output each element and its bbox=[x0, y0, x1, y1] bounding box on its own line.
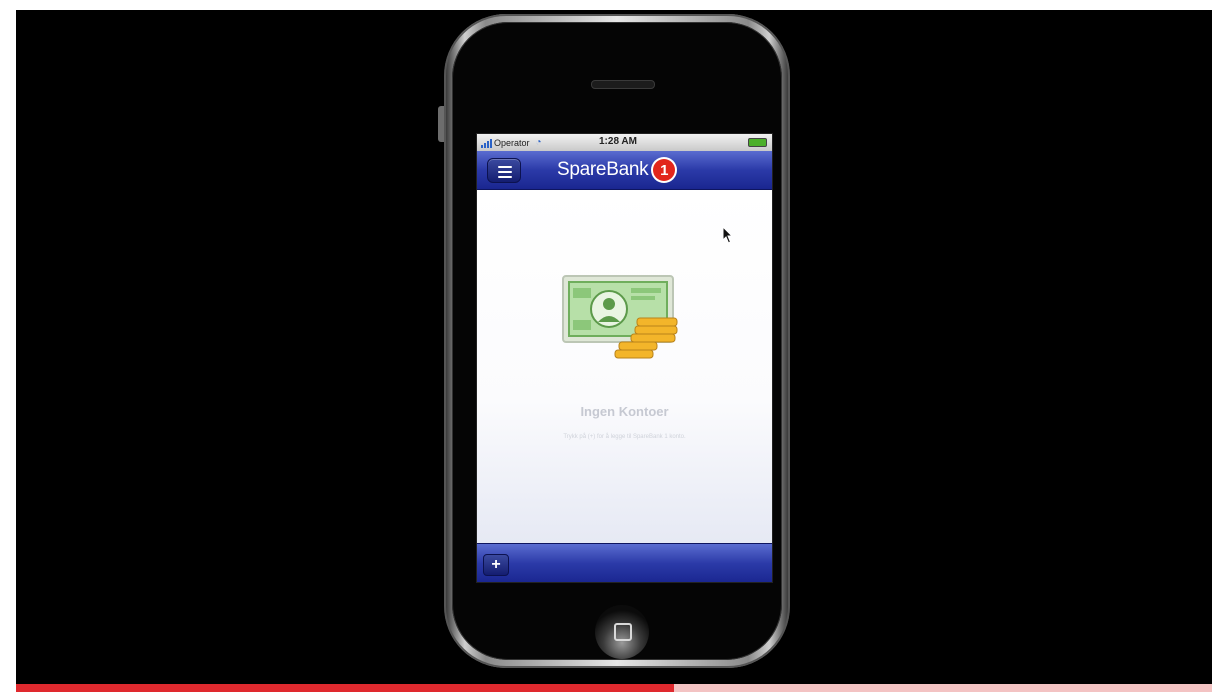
battery-icon bbox=[748, 138, 767, 147]
side-button bbox=[438, 106, 444, 142]
nav-bar: SpareBank 1 bbox=[477, 151, 772, 190]
add-account-button[interactable]: + bbox=[483, 554, 509, 576]
earpiece-icon bbox=[591, 80, 655, 89]
brand-name: SpareBank bbox=[557, 159, 649, 180]
money-icon bbox=[562, 275, 678, 359]
menu-button[interactable] bbox=[487, 158, 521, 183]
bottom-toolbar: + bbox=[477, 543, 772, 582]
video-progress-fill bbox=[16, 684, 674, 692]
home-button[interactable] bbox=[595, 605, 649, 659]
home-square-icon bbox=[614, 623, 632, 641]
video-frame: Operator ◔ 1:28 AM SpareBank 1 Ingen Kon… bbox=[16, 10, 1212, 684]
signal-bars-icon bbox=[481, 138, 492, 148]
brand-logo: SpareBank 1 bbox=[557, 159, 676, 181]
video-progress-bar[interactable] bbox=[16, 684, 1212, 692]
wifi-icon: ◔ bbox=[535, 137, 542, 148]
menu-icon bbox=[498, 166, 512, 181]
iphone-device: Operator ◔ 1:28 AM SpareBank 1 Ingen Kon… bbox=[438, 14, 790, 668]
carrier-name: Operator bbox=[494, 137, 530, 148]
brand-number-badge: 1 bbox=[653, 159, 676, 181]
phone-bezel: Operator ◔ 1:28 AM SpareBank 1 Ingen Kon… bbox=[452, 22, 782, 660]
status-bar: Operator ◔ 1:28 AM bbox=[477, 134, 772, 151]
empty-state-title: Ingen Kontoer bbox=[580, 404, 669, 419]
status-time: 1:28 AM bbox=[599, 136, 637, 147]
mouse-cursor-icon bbox=[722, 226, 734, 244]
empty-state-hint: Trykk på (+) for å legge til SpareBank 1… bbox=[563, 434, 686, 440]
phone-screen: Operator ◔ 1:28 AM SpareBank 1 Ingen Kon… bbox=[476, 133, 773, 583]
